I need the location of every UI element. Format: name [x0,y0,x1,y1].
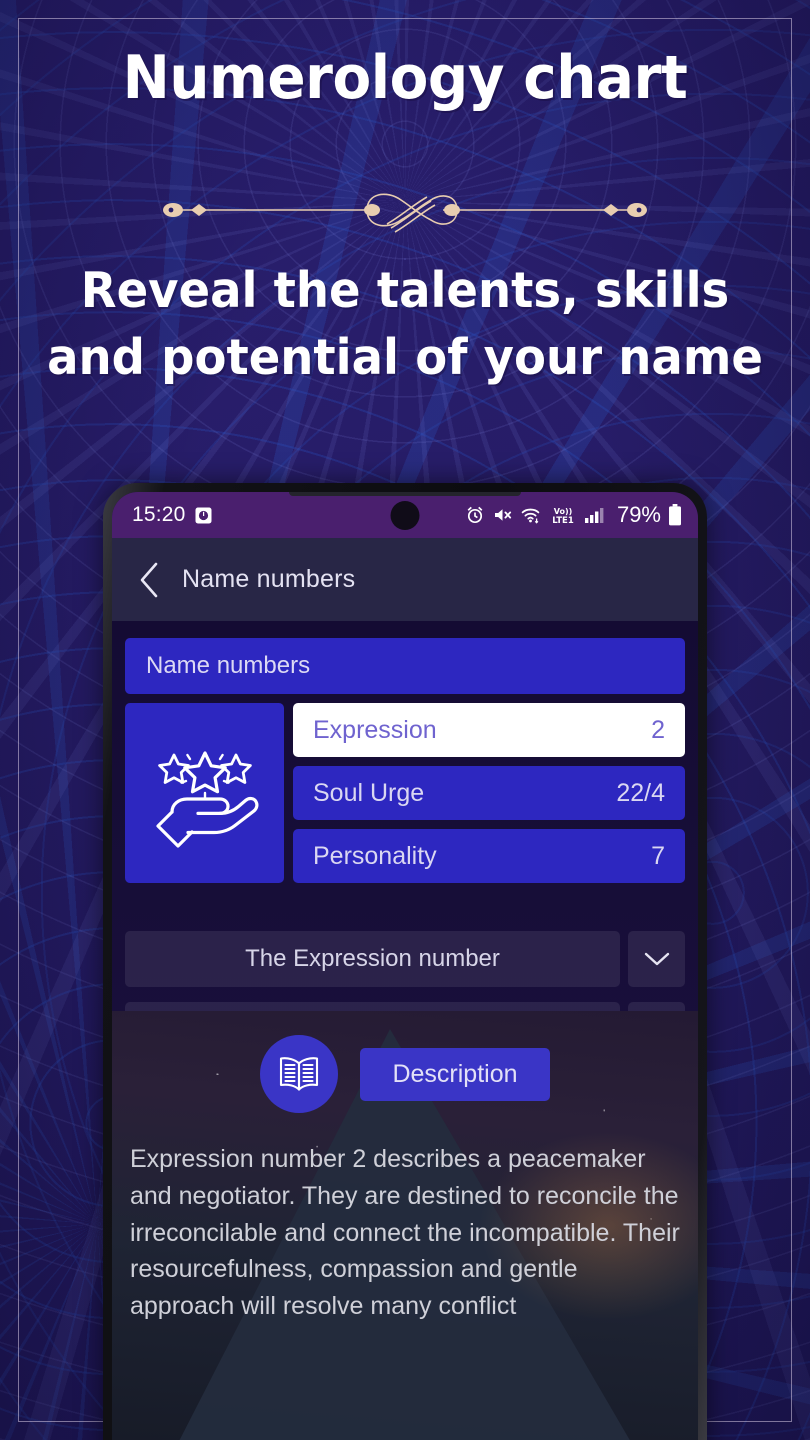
number-row-expression[interactable]: Expression 2 [293,703,685,757]
android-status-bar: 15:20 Vo)) LTE1 79% [112,492,698,538]
number-row-soul-urge[interactable]: Soul Urge 22/4 [293,766,685,820]
description-header: Description [112,1011,698,1113]
banner-label: Name numbers [146,652,311,679]
promo-poster: Numerology chart Reveal the talents, ski… [0,0,810,1440]
volte-icon: Vo)) LTE1 [552,507,574,525]
chevron-left-icon[interactable] [138,562,160,598]
subheadline-line-2: and potential of your name [47,328,763,386]
description-section: Description Expression number 2 describe… [112,1011,698,1440]
number-row-label: Personality [313,841,437,870]
svg-text:Vo)): Vo)) [554,507,573,516]
number-rows: Expression 2 Soul Urge 22/4 Personality … [293,703,685,883]
hand-with-stars-tile [125,703,284,883]
accordion-label[interactable]: The Expression number [125,931,620,987]
open-book-icon [280,1057,319,1091]
poster-subheadline: Reveal the talents, skills and potential… [43,258,767,391]
wifi-icon [521,508,540,524]
hand-with-stars-icon [155,751,258,848]
phone-mockup: 15:20 Vo)) LTE1 79% Name numbers Name nu… [103,483,707,1440]
description-button-label: Description [392,1059,518,1088]
status-bar-right: Vo)) LTE1 79% [465,502,682,528]
number-row-value: 7 [651,841,665,870]
description-button[interactable]: Description [360,1047,550,1101]
name-numbers-banner[interactable]: Name numbers [125,638,685,694]
accordion-toggle-button[interactable] [628,931,685,987]
poster-headline: Numerology chart [122,43,688,113]
app-content: Name numbers Expression 2 Soul Urge 22/4… [112,621,698,1440]
chevron-down-icon [644,952,669,966]
name-numbers-grid: Expression 2 Soul Urge 22/4 Personality … [125,703,685,883]
subheadline-line-1: Reveal the talents, skills [80,262,730,319]
alarm-icon [467,506,483,524]
mute-icon [494,509,512,521]
front-camera-punchhole [390,501,420,530]
svg-text:LTE1: LTE1 [552,516,574,525]
status-bar-clock: 15:20 [132,503,186,526]
open-book-button[interactable] [260,1035,339,1113]
app-bar-title: Name numbers [182,565,356,593]
battery-icon [669,504,681,526]
status-bar-left: 15:20 [132,503,212,527]
earpiece-speaker [289,492,521,496]
signal-icon [584,508,604,523]
number-row-value: 22/4 [616,778,665,807]
accordion-expression-number: The Expression number [125,931,685,987]
phone-screen: 15:20 Vo)) LTE1 79% Name numbers Name nu… [112,492,698,1440]
number-row-label: Expression [313,715,437,744]
accordion-label-text: The Expression number [245,945,500,972]
app-bar: Name numbers [112,538,698,621]
ornamental-infinity-divider-icon [163,193,647,233]
alarm-square-icon [195,507,212,523]
ornamental-divider [0,178,810,242]
number-row-personality[interactable]: Personality 7 [293,829,685,883]
description-body-text: Expression number 2 describes a peacemak… [130,1145,680,1320]
number-row-label: Soul Urge [313,778,425,807]
number-row-value: 2 [651,715,665,744]
battery-percent-label: 79% [616,502,661,527]
